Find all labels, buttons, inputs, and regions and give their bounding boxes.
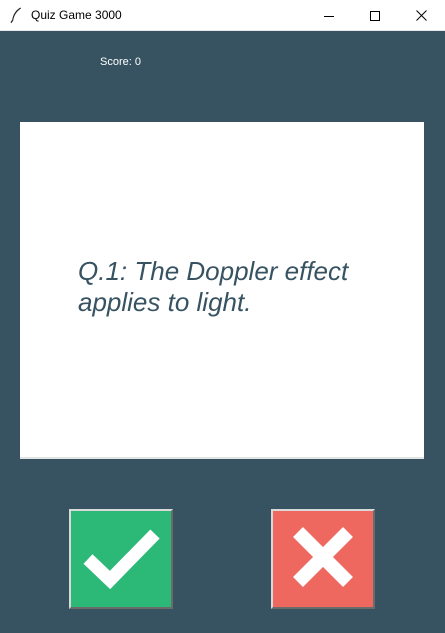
title-bar[interactable]: Quiz Game 3000	[0, 0, 445, 31]
close-button[interactable]	[398, 0, 444, 30]
maximize-icon	[370, 6, 380, 25]
cross-icon	[290, 524, 356, 594]
close-icon	[415, 6, 427, 25]
checkmark-icon	[79, 525, 163, 593]
score-label: Score: 0	[100, 56, 141, 68]
quiz-window: Quiz Game 3000 Score: 0 Q.1: The Doppler…	[0, 0, 445, 633]
feather-icon	[10, 7, 22, 24]
question-text: Q.1: The Doppler effect applies to light…	[78, 256, 349, 317]
minimize-icon	[324, 6, 334, 25]
window-title: Quiz Game 3000	[31, 8, 122, 22]
true-button[interactable]	[69, 509, 173, 609]
minimize-button[interactable]	[306, 0, 352, 30]
false-button[interactable]	[271, 509, 375, 609]
maximize-button[interactable]	[352, 0, 398, 30]
question-card: Q.1: The Doppler effect applies to light…	[20, 122, 424, 459]
